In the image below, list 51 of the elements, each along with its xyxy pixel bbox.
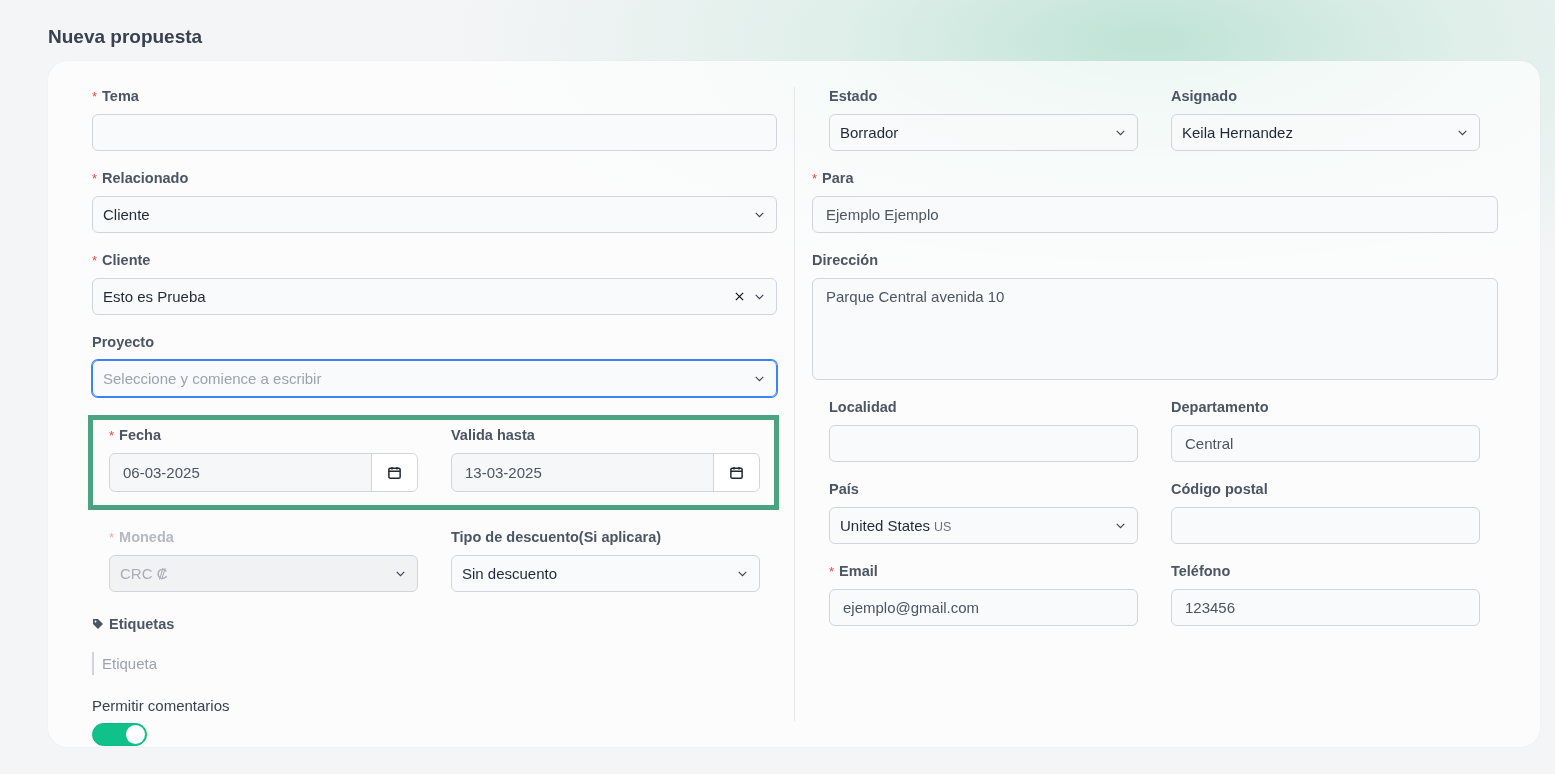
field-label: Localidad [829,398,898,416]
input-field[interactable]: ejemplo@gmail.com [829,589,1138,626]
input-field[interactable]: Central [1171,425,1480,462]
toggle-label: Permitir comentarios [92,697,231,714]
date-field[interactable]: 13-03-2025 [451,453,760,492]
input-field[interactable] [1171,507,1480,544]
input-field[interactable]: 123456 [1171,589,1480,626]
field-label: * Relacionado [92,169,190,187]
input-field[interactable] [829,425,1138,462]
field-label: * Tema [92,87,140,105]
select-field[interactable]: Sin descuento [451,555,760,592]
select-field[interactable]: Cliente [92,196,777,233]
select-field[interactable]: United States US [829,507,1138,544]
field-label: Teléfono [1171,562,1232,580]
select-field[interactable]: Esto es Prueba [92,278,777,315]
toggle-switch[interactable] [92,723,147,746]
field-label: Valida hasta [451,426,536,444]
calendar-button[interactable] [713,454,759,491]
field-label: * Email [829,562,879,580]
textarea-field[interactable]: Parque Central avenida 10 [812,278,1498,380]
calendar-icon [729,465,744,480]
required-mark: * [812,170,818,186]
field-label: Asignado [1171,87,1239,105]
field-label: País [829,480,860,498]
field-label: Estado [829,87,879,105]
select-field[interactable]: Keila Hernandez [1171,114,1480,151]
field-label: Dirección [812,251,880,269]
select-field[interactable]: Borrador [829,114,1138,151]
field-label: Proyecto [92,333,156,351]
required-mark: * [92,88,98,104]
required-mark: * [109,529,115,545]
required-mark: * [829,563,835,579]
required-mark: * [109,427,115,443]
tags-label: Etiquetas [109,616,175,632]
date-field[interactable]: 06-03-2025 [109,453,418,492]
field-label: * Moneda [109,528,175,546]
input-field[interactable]: Ejemplo Ejemplo [812,196,1498,233]
calendar-icon [387,465,402,480]
required-mark: * [92,252,98,268]
required-mark: * [92,170,98,186]
input-field[interactable] [92,114,777,151]
field-label: Código postal [1171,480,1269,498]
tag-icon [92,618,104,630]
field-label: * Fecha [109,426,162,444]
field-label: Departamento [1171,398,1270,416]
calendar-button[interactable] [371,454,417,491]
field-label: * Para [812,169,855,187]
clear-icon[interactable] [734,291,745,302]
field-label: Tipo de descuento(Si aplicara) [451,528,663,546]
field-label: * Cliente [92,251,152,269]
page-title: Nueva propuesta [48,26,204,48]
